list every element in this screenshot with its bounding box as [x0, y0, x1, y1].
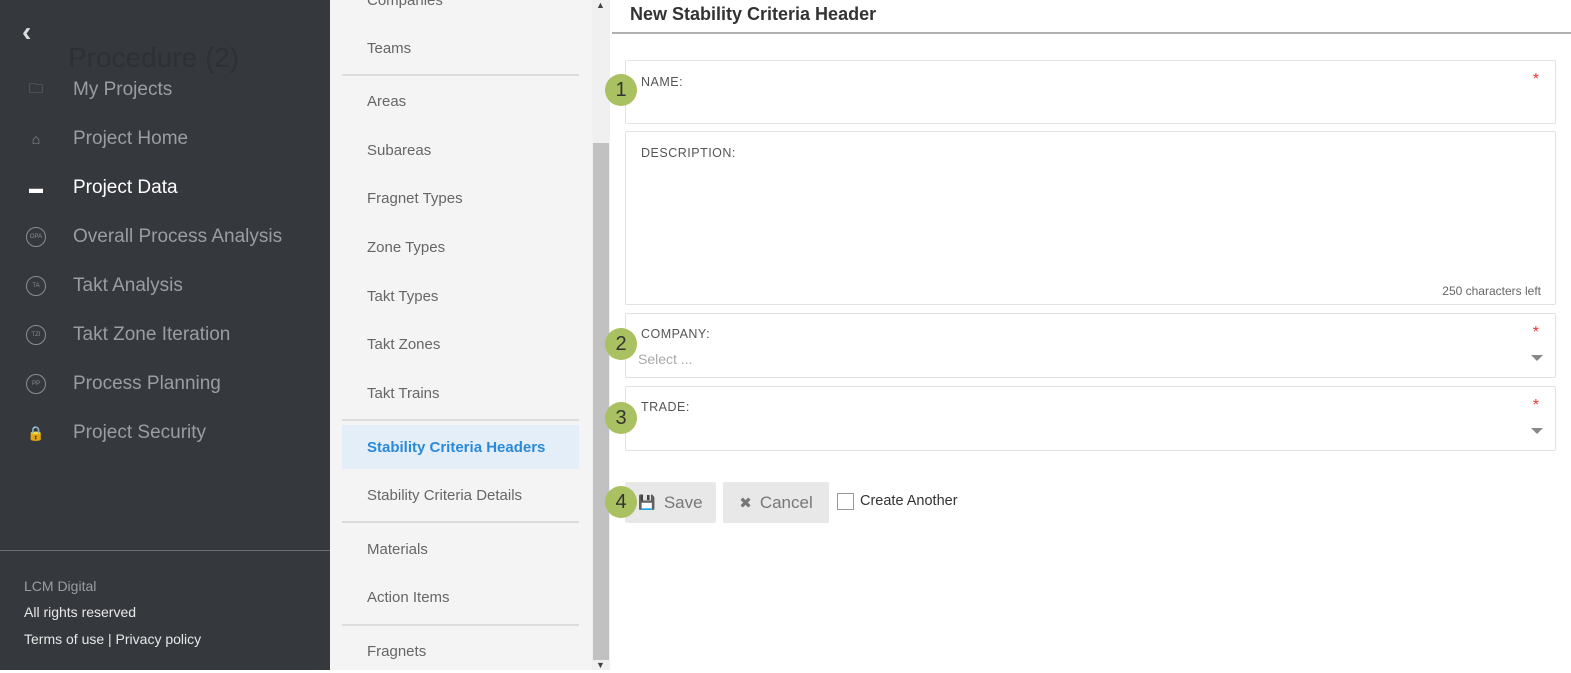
step-badge: 2 [605, 328, 637, 360]
sidebar: ‹ Procedure (2) 🗀 My Projects ⌂ Project Ho… [0, 0, 330, 670]
description-field[interactable]: DESCRIPTION: 250 characters left [625, 131, 1556, 305]
nav-label: My Projects [73, 79, 173, 100]
trade-select[interactable]: TRADE: * [625, 386, 1556, 451]
save-label: Save [663, 492, 703, 512]
chevron-down-icon[interactable] [1531, 428, 1543, 434]
menu-item-companies[interactable]: Companies [342, 0, 579, 22]
scroll-up-icon[interactable]: ▲ [596, 0, 605, 10]
home-icon: ⌂ [31, 131, 41, 147]
page-title: New Stability Criteria Header [630, 4, 877, 24]
description-label: DESCRIPTION: [641, 146, 736, 160]
company-placeholder: Select ... [638, 351, 693, 367]
step-badge: 3 [605, 402, 637, 434]
menu-item-fragnets[interactable]: Fragnets [342, 629, 579, 673]
cancel-label: Cancel [759, 492, 813, 512]
cancel-button[interactable]: ✖ Cancel [723, 482, 829, 523]
sidebar-item-project-data[interactable]: ▬ Project Data [0, 168, 330, 208]
required-mark: * [1532, 397, 1539, 414]
menu-item-areas[interactable]: Areas [342, 79, 579, 123]
sidebar-item-overall-process-analysis[interactable]: OPA Overall Process Analysis [0, 217, 330, 257]
ta-icon: TA [26, 276, 46, 296]
nav-label: Overall Process Analysis [73, 226, 283, 247]
sidebar-item-my-projects[interactable]: 🗀 My Projects [0, 70, 330, 110]
step-badge: 4 [605, 486, 637, 518]
trade-label: TRADE: [641, 400, 690, 414]
nav-label: Takt Zone Iteration [73, 324, 231, 345]
nav-label: Project Home [73, 128, 189, 149]
footer-links[interactable]: Terms of use | Privacy policy [24, 631, 201, 647]
nav-label: Process Planning [73, 373, 221, 394]
create-another-label: Create Another [860, 493, 958, 509]
menu-item-fragnet-types[interactable]: Fragnet Types [342, 176, 579, 220]
menu-item-materials[interactable]: Materials [342, 527, 579, 571]
required-mark: * [1532, 324, 1539, 341]
sidebar-item-takt-analysis[interactable]: TA Takt Analysis [0, 266, 330, 306]
company-label: COMPANY: [641, 327, 711, 341]
nav-label: Project Security [73, 422, 207, 443]
nav-label: Takt Analysis [73, 275, 183, 296]
nav-label: Project Data [73, 177, 178, 198]
sidebar-item-project-home[interactable]: ⌂ Project Home [0, 119, 330, 159]
name-field[interactable]: NAME: * [625, 60, 1556, 124]
create-another-checkbox[interactable] [837, 493, 854, 510]
menu-item-takt-trains[interactable]: Takt Trains [342, 371, 579, 415]
save-button[interactable]: 💾 Save [625, 482, 716, 523]
scrollbar-thumb[interactable] [593, 143, 609, 660]
divider [342, 521, 579, 523]
opa-icon: OPA [26, 227, 46, 247]
menu-item-action-items[interactable]: Action Items [342, 575, 579, 619]
data-menu: Companies Teams Areas Subareas Fragnet T… [330, 0, 592, 670]
divider [342, 74, 579, 76]
step-badge: 1 [605, 74, 637, 106]
scroll-down-icon[interactable]: ▼ [596, 660, 605, 670]
company-name: LCM Digital [24, 578, 97, 594]
folder-icon: 🗀 [29, 80, 43, 96]
required-mark: * [1532, 71, 1539, 88]
company-select[interactable]: COMPANY: * Select ... [625, 313, 1556, 378]
save-icon: 💾 [638, 494, 656, 510]
pp-icon: PP [26, 374, 46, 394]
menu-item-zone-types[interactable]: Zone Types [342, 225, 579, 269]
cancel-icon: ✖ [739, 494, 752, 512]
back-chevron-icon[interactable]: ‹ [22, 16, 31, 48]
name-label: NAME: [641, 75, 684, 89]
sidebar-item-process-planning[interactable]: PP Process Planning [0, 364, 330, 404]
chevron-down-icon[interactable] [1531, 355, 1543, 361]
header-divider [612, 32, 1571, 34]
lock-icon: 🔒 [27, 424, 45, 441]
tzi-icon: TZI [26, 325, 46, 345]
menu-item-stability-criteria-headers[interactable]: Stability Criteria Headers [342, 425, 579, 469]
sidebar-item-takt-zone-iteration[interactable]: TZI Takt Zone Iteration [0, 315, 330, 355]
divider [342, 419, 579, 421]
menu-item-teams[interactable]: Teams [342, 26, 579, 70]
menu-item-takt-zones[interactable]: Takt Zones [342, 322, 579, 366]
menu-item-takt-types[interactable]: Takt Types [342, 274, 579, 318]
sidebar-item-project-security[interactable]: 🔒 Project Security [0, 413, 330, 453]
chars-left: 250 characters left [1442, 284, 1541, 298]
divider [0, 550, 330, 551]
folder-open-icon: ▬ [29, 180, 43, 196]
menu-item-stability-criteria-details[interactable]: Stability Criteria Details [342, 473, 579, 517]
menu-item-subareas[interactable]: Subareas [342, 128, 579, 172]
divider [342, 624, 579, 626]
rights-text: All rights reserved [24, 604, 137, 620]
